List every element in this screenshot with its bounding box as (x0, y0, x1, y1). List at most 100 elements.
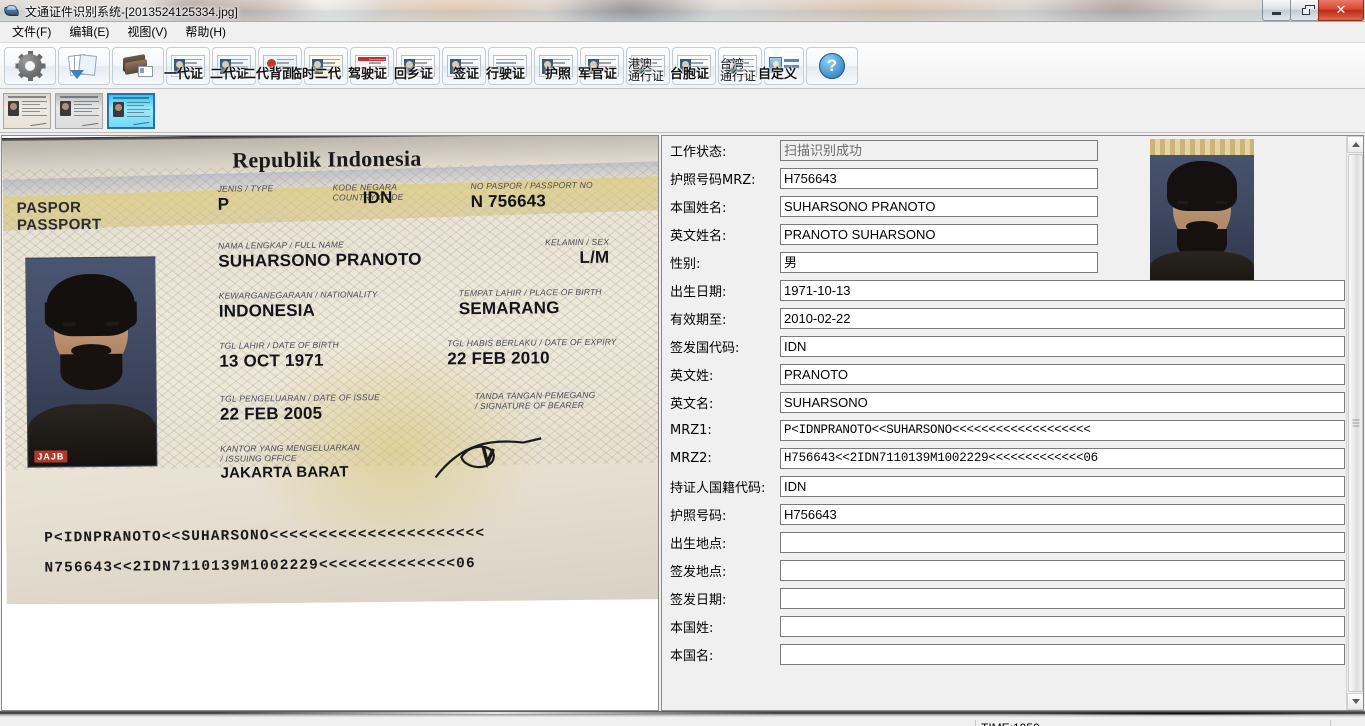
passport-field-issuing-office: KANTOR YANG MENGELUARKAN / ISSUING OFFIC… (220, 442, 360, 482)
passport-label: 护照 (544, 65, 571, 81)
row-mrz-line1: MRZ1: P<IDNPRANOTO<<SUHARSONO<<<<<<<<<<<… (662, 416, 1345, 444)
thumbnail-infrared[interactable] (107, 92, 155, 129)
temp-second-gen-id-label: 临时二代 (288, 65, 341, 81)
field-english-surname[interactable]: PRANOTO (780, 363, 1345, 385)
scan-cards-icon (67, 53, 99, 79)
vehicle-license-button[interactable]: 行驶证 (485, 46, 532, 85)
thumbnail-original[interactable] (3, 92, 51, 129)
panel-vertical-scrollbar[interactable] (1346, 136, 1363, 710)
app-document-scanner-icon (3, 3, 20, 19)
field-place-of-birth[interactable] (780, 531, 1345, 553)
field-english-full-name[interactable]: PRANOTO SUHARSONO (780, 223, 1098, 245)
row-place-of-issue: 签发地点: (662, 556, 1345, 584)
field-date-of-birth[interactable]: 1971-10-13 (780, 279, 1345, 301)
officer-id-label: 军官证 (577, 65, 617, 81)
menu-file[interactable]: 文件(F) (3, 23, 60, 42)
restore-button[interactable] (1290, 0, 1319, 21)
help-button[interactable]: ? (806, 46, 858, 85)
passport-field-country-code: KODE NEGARA COUNTRY CODE IDN (332, 181, 404, 208)
chevron-down-icon (1351, 699, 1360, 704)
passport-signature-icon (434, 437, 542, 479)
field-date-of-issue[interactable] (780, 587, 1345, 609)
document-image-viewer[interactable]: Republik Indonesia PASPOR PASSPORT JAJB … (1, 135, 659, 711)
close-button[interactable]: ✕ (1318, 0, 1364, 21)
first-gen-id-label: 一代证 (163, 65, 203, 81)
field-mrz-line1[interactable]: P<IDNPRANOTO<<SUHARSONO<<<<<<<<<<<<<<<<<… (780, 419, 1345, 441)
taiwan-permit-label-line2: 通行证 (719, 68, 756, 83)
label-date-of-expiry: 有效期至: (670, 312, 727, 328)
row-place-of-birth: 出生地点: (662, 528, 1345, 556)
minimize-button[interactable] (1262, 0, 1291, 21)
label-sex: 性别: (670, 256, 701, 272)
home-return-permit-button[interactable]: 回乡证 (394, 46, 440, 85)
field-holder-nationality-code[interactable]: IDN (780, 475, 1345, 497)
driver-license-button[interactable]: 驾驶证 (347, 46, 394, 85)
field-mrz-line2[interactable]: H756643<<2IDN7110139M1002229<<<<<<<<<<<<… (780, 447, 1345, 469)
passport-field-date-of-birth: TGL LAHIR / DATE OF BIRTH 13 OCT 1971 (219, 339, 339, 371)
scan-button[interactable] (58, 46, 110, 85)
passport-photo-stamp: JAJB (34, 450, 68, 463)
thumbnail-grayscale[interactable] (55, 92, 103, 129)
scroll-up-button[interactable] (1347, 136, 1363, 153)
field-english-given-name[interactable]: SUHARSONO (780, 391, 1345, 413)
help-icon: ? (819, 52, 845, 79)
taiwan-permit-button[interactable]: 台湾 通行证 (718, 46, 762, 85)
field-passport-number[interactable]: H756643 (780, 503, 1345, 525)
row-issuing-country-code: 签发国代码: IDN (662, 332, 1345, 360)
driver-license-label: 驾驶证 (347, 65, 387, 81)
passport-button[interactable]: 护照 (534, 46, 578, 85)
custom-button[interactable]: 自定义 (758, 46, 804, 85)
settings-button[interactable] (4, 46, 56, 85)
visa-label: 签证 (452, 65, 479, 81)
menu-edit[interactable]: 编辑(E) (60, 23, 118, 42)
label-place-of-issue: 签发地点: (670, 564, 727, 580)
field-date-of-expiry[interactable]: 2010-02-22 (780, 307, 1345, 329)
taiwan-permit-label: 台湾 通行证 (720, 58, 756, 82)
archive-button[interactable] (112, 46, 164, 85)
book-card-icon (123, 53, 153, 78)
passport-field-sex: KELAMIN / SEX L/M (545, 236, 610, 267)
passport-portrait-photo: JAJB (25, 256, 158, 468)
passport-field-nationality: KEWARGANEGARAAN / NATIONALITY INDONESIA (218, 289, 378, 321)
label-native-given-name: 本国名: (670, 648, 714, 664)
label-passport-number: 护照号码: (670, 508, 727, 524)
field-native-given-name[interactable] (780, 643, 1345, 665)
main-content: Republik Indonesia PASPOR PASSPORT JAJB … (0, 133, 1365, 711)
officer-id-button[interactable]: 军官证 (577, 46, 624, 85)
chevron-up-icon (1351, 142, 1360, 147)
taiwan-compatriot-permit-button[interactable]: 台胞证 (670, 46, 716, 85)
menu-help[interactable]: 帮助(H) (176, 23, 235, 42)
field-place-of-issue[interactable] (780, 559, 1345, 581)
passport-field-date-of-expiry: TGL HABIS BERLAKU / DATE OF EXPIRY 22 FE… (447, 336, 617, 369)
field-native-full-name[interactable]: SUHARSONO PRANOTO (780, 195, 1098, 217)
passport-field-place-of-birth: TEMPAT LAHIR / PLACE OF BIRTH SEMARANG (458, 286, 602, 319)
second-gen-id-back-label: 二代背面 (242, 65, 295, 81)
scroll-down-button[interactable] (1347, 693, 1363, 710)
temp-second-gen-id-button[interactable]: 临时二代 (289, 46, 348, 85)
field-native-surname[interactable] (780, 615, 1345, 637)
row-date-of-expiry: 有效期至: 2010-02-22 (662, 304, 1345, 332)
passport-country-header: Republik Indonesia (232, 145, 422, 173)
scrollbar-thumb[interactable] (1348, 154, 1363, 692)
label-holder-nationality-code: 持证人国籍代码: (670, 480, 766, 496)
first-gen-id-button[interactable]: 一代证 (163, 46, 210, 85)
menu-view[interactable]: 视图(V) (118, 23, 176, 42)
field-sex[interactable]: 男 (780, 251, 1098, 273)
label-date-of-issue: 签发日期: (670, 592, 727, 608)
row-sex: 性别: 男 (662, 248, 1345, 276)
toolbar: 一代证 二代证 二代背面 临时二代 驾驶证 回乡证 签证 行驶证 护照 军官证 … (0, 43, 1365, 89)
status-bar: TIME:1950 (0, 716, 1365, 726)
hk-macau-permit-button[interactable]: 港澳 通行证 (626, 46, 670, 85)
passport-field-type: JENIS / TYPE P (217, 183, 274, 214)
hk-macau-permit-label: 港澳 通行证 (628, 58, 664, 82)
window-controls: ✕ (1262, 0, 1364, 21)
row-work-status: 工作状态: 扫描识别成功 (662, 136, 1345, 164)
row-english-surname: 英文姓: PRANOTO (662, 360, 1345, 388)
visa-button[interactable]: 签证 (442, 46, 486, 85)
field-passport-number-mrz[interactable]: H756643 (780, 167, 1098, 189)
vehicle-license-label: 行驶证 (485, 65, 525, 81)
row-english-given-name: 英文名: SUHARSONO (662, 388, 1345, 416)
passport-field-date-of-issue: TGL PENGELUARAN / DATE OF ISSUE 22 FEB 2… (219, 392, 380, 424)
row-native-full-name: 本国姓名: SUHARSONO PRANOTO (662, 192, 1345, 220)
field-issuing-country-code[interactable]: IDN (780, 335, 1345, 357)
